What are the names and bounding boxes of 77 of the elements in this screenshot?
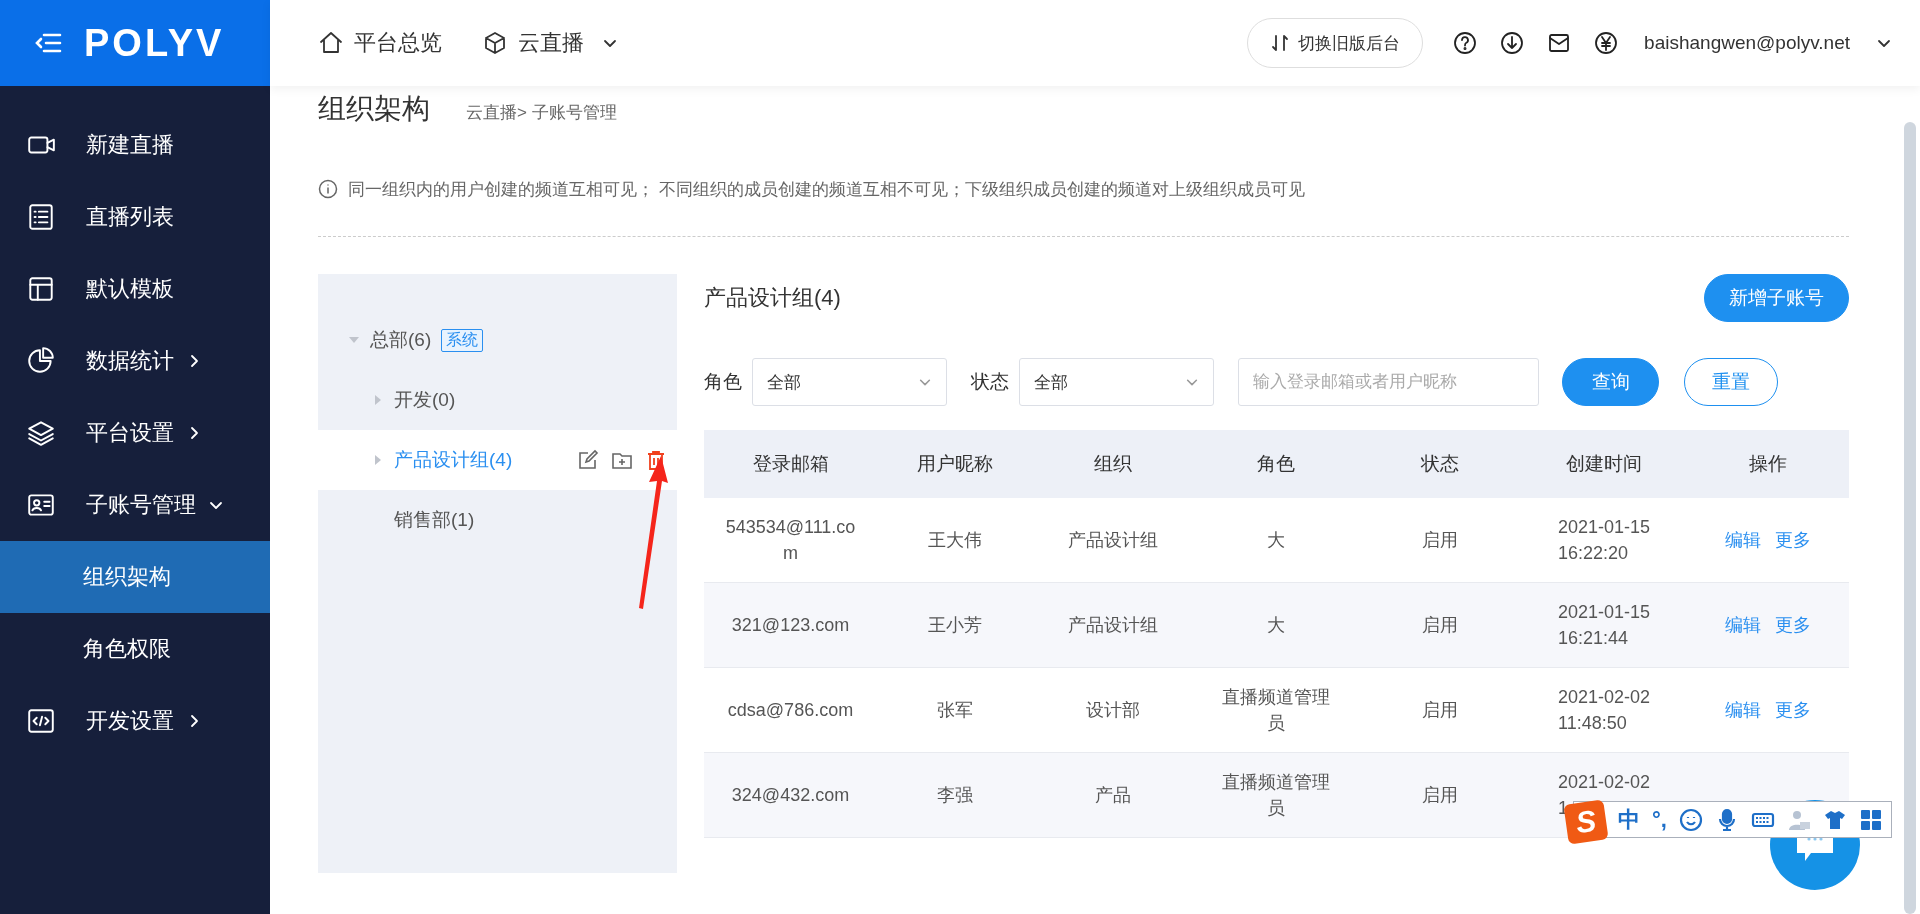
table-cell: 大	[1194, 583, 1358, 668]
system-tag: 系统	[441, 328, 484, 352]
home-icon	[318, 30, 344, 56]
filter-label: 角色	[704, 370, 742, 394]
table-cell-text: 16:21:44	[1557, 627, 1629, 650]
table-cell-text: 2021-01-15	[1557, 516, 1651, 539]
sidebar-item[interactable]: 子账号管理	[0, 469, 270, 541]
search-field[interactable]: 输入登录邮箱或者用户昵称	[1238, 358, 1539, 406]
reset-button[interactable]: 重置	[1684, 358, 1778, 406]
switch-version-button[interactable]: 切换旧版后台	[1247, 18, 1424, 68]
table-cell: 启用	[1358, 753, 1521, 838]
layout-icon	[26, 274, 56, 304]
select-field[interactable]: 全部	[752, 358, 947, 406]
user-menu[interactable]: baishangwen@polyv.net	[1644, 32, 1892, 54]
sidebar-item[interactable]: 默认模板	[0, 253, 270, 325]
edit-icon[interactable]	[577, 449, 599, 471]
tree-item[interactable]: 销售部(1)	[318, 490, 677, 550]
breadcrumb: 云直播> 子账号管理	[466, 102, 617, 124]
table-cell-text: 16:22:20	[1557, 542, 1629, 565]
nav-item[interactable]: 平台总览	[318, 28, 442, 58]
column-header: 登录邮箱	[704, 430, 877, 498]
code-icon	[26, 706, 56, 736]
column-header: 操作	[1687, 430, 1849, 498]
column-header: 角色	[1194, 430, 1358, 498]
input-mode-toggle[interactable]: 中	[1618, 804, 1640, 835]
table-cell-text: 2021-02-02	[1557, 686, 1651, 709]
tree-item[interactable]: 开发(0)	[318, 370, 677, 430]
sidebar-item[interactable]: 数据统计	[0, 325, 270, 397]
table-cell: 321@123.com	[704, 583, 877, 668]
tree-item[interactable]: 产品设计组(4)	[318, 430, 677, 490]
scrollbar-thumb[interactable]	[1904, 122, 1916, 914]
table-cell: 产品设计组	[1032, 583, 1194, 668]
table-cell-text: 2021-02-02	[1557, 771, 1651, 794]
notice-text: 同一组织内的用户创建的频道互相可见； 不同组织的成员创建的频道互相不可见；下级组织成员创建的频道对上级组织成员可见	[348, 178, 1305, 201]
sidebar-subitem[interactable]: 角色权限	[0, 613, 270, 685]
list-icon	[26, 202, 56, 232]
panel-title: 产品设计组(4)	[704, 284, 841, 312]
table-cell-text: 2021-01-15	[1557, 601, 1651, 624]
help-icon[interactable]	[1452, 30, 1479, 56]
swap-arrows-icon	[1270, 33, 1291, 53]
cube-icon	[482, 30, 508, 56]
select-field[interactable]: 全部	[1019, 358, 1214, 406]
punctuation-toggle[interactable]: °,	[1652, 806, 1667, 833]
table-cell: 324@432.com	[704, 753, 877, 838]
action-link[interactable]: 编辑	[1725, 527, 1761, 553]
layers-icon	[26, 418, 56, 448]
delete-icon[interactable]	[645, 449, 667, 471]
table-cell: 李强	[877, 753, 1032, 838]
download-icon[interactable]	[1499, 30, 1526, 56]
menu-icon[interactable]	[34, 31, 62, 55]
sidebar-subitem[interactable]: 组织架构	[0, 541, 270, 613]
action-link[interactable]: 更多	[1775, 527, 1811, 553]
action-link[interactable]: 更多	[1775, 697, 1811, 723]
sidebar-item[interactable]: 新建直播	[0, 109, 270, 181]
column-header: 组织	[1032, 430, 1194, 498]
logo: POLYV	[84, 21, 225, 65]
info-icon	[318, 179, 338, 199]
filter-label: 状态	[971, 370, 1009, 394]
column-header: 创建时间	[1521, 430, 1687, 498]
yen-icon[interactable]	[1593, 30, 1620, 56]
tree-item[interactable]: 总部(6) 系统	[318, 310, 677, 370]
column-header: 用户昵称	[877, 430, 1032, 498]
grid-icon[interactable]	[1858, 807, 1883, 832]
smiley-icon[interactable]	[1678, 807, 1703, 832]
table-cell: 产品	[1032, 753, 1194, 838]
action-link[interactable]: 编辑	[1725, 697, 1761, 723]
nav-item[interactable]: 云直播	[482, 28, 618, 58]
table-cell: 王小芳	[877, 583, 1032, 668]
sidebar-item[interactable]: 平台设置	[0, 397, 270, 469]
page-title: 组织架构	[318, 92, 430, 126]
sidebar-item[interactable]: 开发设置	[0, 685, 270, 757]
table-cell: 启用	[1358, 583, 1521, 668]
column-header: 状态	[1358, 430, 1521, 498]
table-cell-text: 11:48:50	[1557, 712, 1627, 735]
sidebar-item[interactable]: 直播列表	[0, 181, 270, 253]
table-cell: 直播频道管理员	[1194, 753, 1358, 838]
pie-chart-icon	[26, 346, 56, 376]
